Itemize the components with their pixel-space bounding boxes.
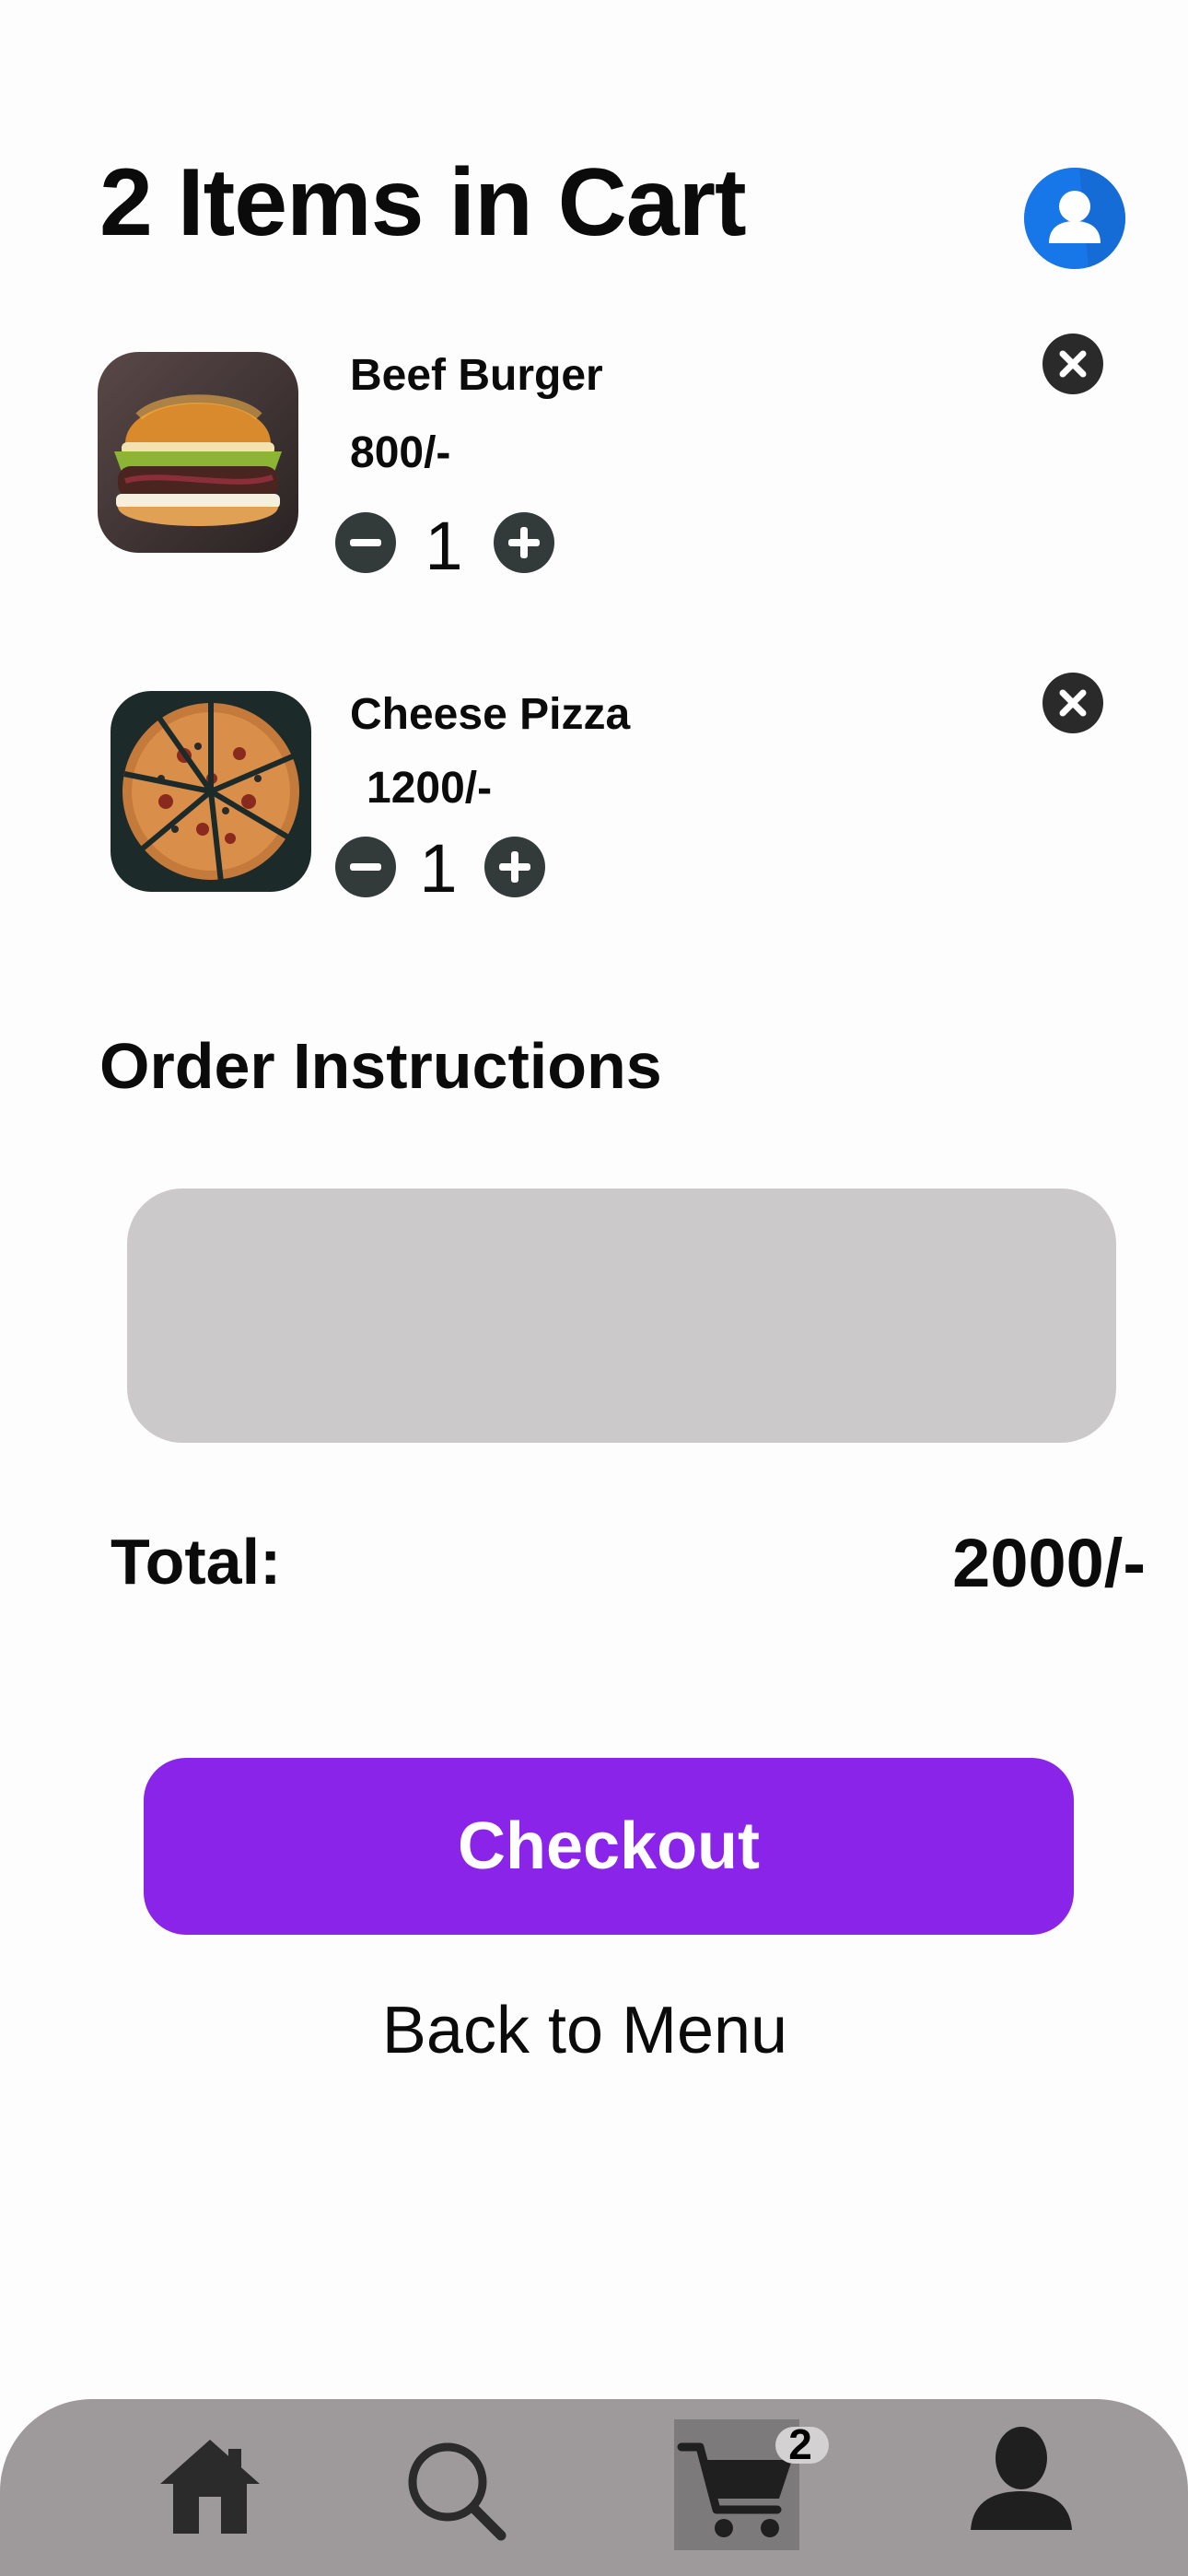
profile-icon — [971, 2427, 1072, 2530]
back-to-menu-link[interactable]: Back to Menu — [0, 1997, 1170, 2064]
search-icon — [408, 2442, 507, 2541]
item-name: Beef Burger — [350, 351, 603, 400]
item-quantity: 1 — [425, 508, 463, 584]
nav-home-button[interactable] — [157, 2436, 263, 2537]
item-quantity: 1 — [419, 830, 458, 907]
cart-item-beef-burger: Beef Burger 800/- 1 — [0, 332, 1188, 608]
order-instructions-input[interactable] — [127, 1188, 1116, 1443]
page-title: 2 Items in Cart — [99, 149, 747, 256]
close-icon — [1059, 689, 1087, 717]
decrease-quantity-button[interactable] — [335, 837, 396, 897]
pizza-photo — [111, 691, 311, 892]
home-icon — [160, 2440, 260, 2534]
decrease-quantity-button[interactable] — [335, 512, 396, 573]
close-icon — [1059, 350, 1087, 378]
nav-profile-button[interactable] — [967, 2423, 1076, 2534]
burger-photo — [98, 352, 298, 553]
remove-item-button[interactable] — [1042, 673, 1103, 733]
item-price: 1200/- — [367, 764, 493, 813]
total-label: Total: — [111, 1526, 282, 1598]
order-instructions-title: Order Instructions — [99, 1030, 662, 1102]
cart-badge-count: 2 — [788, 2420, 812, 2468]
bottom-nav: 2 — [0, 2399, 1188, 2576]
cart-item-cheese-pizza: Cheese Pizza 1200/- 1 — [0, 671, 1188, 947]
checkout-button[interactable]: Checkout — [144, 1758, 1074, 1935]
user-avatar-icon[interactable] — [1024, 168, 1125, 269]
nav-search-button[interactable] — [405, 2440, 508, 2543]
item-price: 800/- — [350, 428, 451, 477]
total-value: 2000/- — [952, 1525, 1146, 1601]
remove-item-button[interactable] — [1042, 334, 1103, 394]
increase-quantity-button[interactable] — [494, 512, 554, 573]
item-name: Cheese Pizza — [350, 690, 631, 739]
increase-quantity-button[interactable] — [484, 837, 545, 897]
